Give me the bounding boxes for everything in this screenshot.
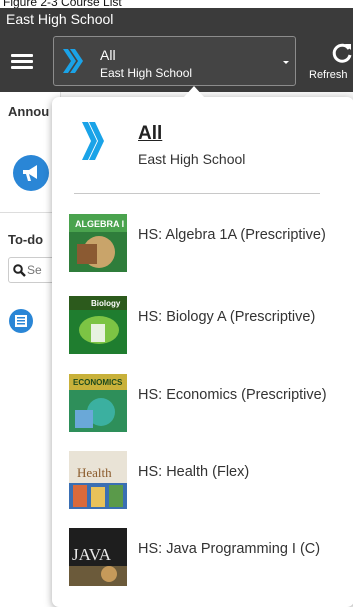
all-courses-option[interactable]: All East High School [52, 97, 353, 187]
school-name: East High School [6, 11, 114, 27]
refresh-label: Refresh [309, 69, 348, 81]
navbar: All East High School Refresh [0, 30, 353, 92]
selector-title: All [100, 47, 116, 63]
course-dropdown: All East High School ALGEBRA I HS: Algeb… [52, 97, 353, 607]
course-name: HS: Algebra 1A (Prescriptive) [138, 227, 326, 243]
refresh-icon [332, 43, 352, 63]
announcements-heading: Annou [8, 104, 50, 119]
course-cover-image: Biology [69, 296, 127, 354]
selector-subtitle: East High School [100, 66, 193, 80]
course-cover-image: ALGEBRA I [69, 214, 127, 272]
refresh-button[interactable]: Refresh [307, 38, 353, 82]
chevron-logo-icon [82, 122, 104, 160]
figure-caption: Figure 2-3 Course List [3, 0, 122, 9]
chevron-logo-icon [63, 49, 83, 73]
course-cover-image: JAVA [69, 528, 127, 586]
course-name: HS: Economics (Prescriptive) [138, 387, 327, 403]
hamburger-icon[interactable] [11, 54, 33, 70]
all-option-title: All [138, 123, 163, 144]
panel-divider [0, 212, 60, 213]
dropdown-pointer [184, 86, 204, 97]
course-name: HS: Biology A (Prescriptive) [138, 309, 316, 325]
todo-heading: To-do [8, 232, 44, 247]
course-name: HS: Health (Flex) [138, 464, 250, 480]
course-selector[interactable]: All East High School [53, 36, 296, 86]
course-item-algebra[interactable]: ALGEBRA I HS: Algebra 1A (Prescriptive) [52, 202, 353, 274]
megaphone-icon [23, 165, 37, 181]
school-name-bar: East High School [0, 8, 353, 30]
search-icon [13, 264, 26, 277]
course-item-health[interactable]: Health HS: Health (Flex) [52, 439, 353, 511]
list-icon [15, 315, 27, 327]
dropdown-divider [74, 193, 320, 194]
cover-text: Biology [91, 299, 121, 308]
caret-down-icon [283, 61, 289, 64]
cover-text: ECONOMICS [73, 378, 123, 387]
all-option-subtitle: East High School [138, 151, 246, 167]
course-item-biology[interactable]: Biology HS: Biology A (Prescriptive) [52, 284, 353, 356]
cover-text: Health [77, 465, 112, 480]
cover-text: ALGEBRA I [75, 219, 124, 229]
course-cover-image: ECONOMICS [69, 374, 127, 432]
course-item-java[interactable]: JAVA HS: Java Programming I (C) [52, 516, 353, 588]
course-cover-image: Health [69, 451, 127, 509]
task-item-icon[interactable] [9, 309, 33, 333]
cover-text: JAVA [72, 545, 112, 564]
course-item-economics[interactable]: ECONOMICS HS: Economics (Prescriptive) [52, 362, 353, 434]
announcement-button[interactable] [13, 155, 49, 191]
course-name: HS: Java Programming I (C) [138, 541, 321, 557]
